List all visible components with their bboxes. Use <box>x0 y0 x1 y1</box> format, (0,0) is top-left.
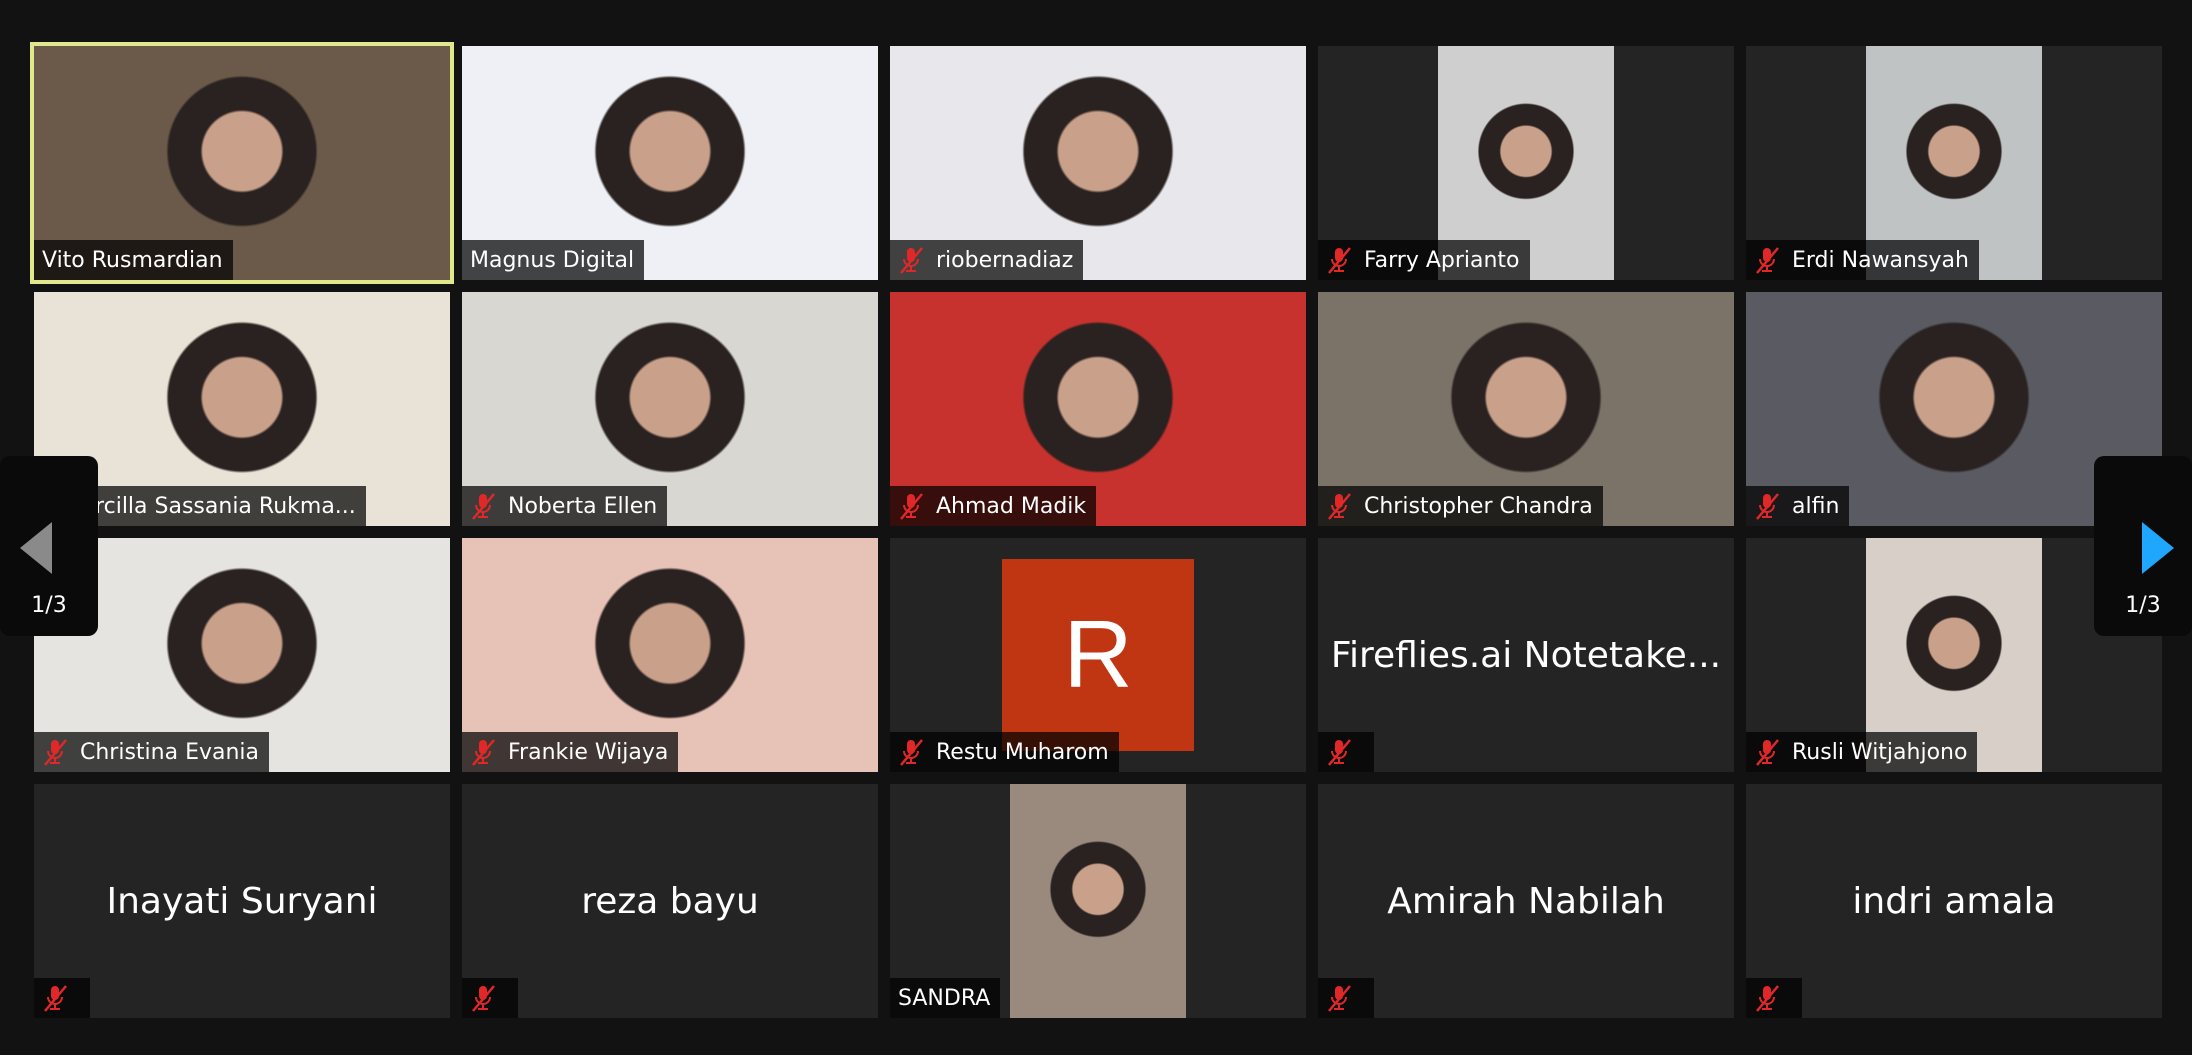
participant-name: Christopher Chandra <box>1364 493 1593 519</box>
participant-tile[interactable]: Noberta Ellen <box>462 292 878 526</box>
participant-name: Farry Aprianto <box>1364 247 1520 273</box>
mic-muted-icon <box>42 984 68 1012</box>
participant-name-display: Fireflies.ai Notetake... <box>1330 634 1722 676</box>
participant-name-label <box>1318 732 1374 772</box>
mic-muted-icon <box>1326 984 1352 1012</box>
mic-muted-icon <box>1326 738 1352 766</box>
participant-name: Erdi Nawansyah <box>1792 247 1969 273</box>
participant-tile[interactable]: Christopher Chandra <box>1318 292 1734 526</box>
participant-tile[interactable]: Frankie Wijaya <box>462 538 878 772</box>
participant-name: Frankie Wijaya <box>508 739 669 765</box>
participant-name-label: Noberta Ellen <box>462 486 668 526</box>
mic-muted-icon <box>1326 492 1352 520</box>
participant-tile[interactable]: Inayati Suryani <box>34 784 450 1018</box>
participant-name-display: indri amala <box>1852 880 2056 922</box>
participant-name: alfin <box>1792 493 1840 519</box>
participant-tile[interactable]: Fireflies.ai Notetake... <box>1318 538 1734 772</box>
participant-name-label: Magnus Digital <box>462 240 645 280</box>
mic-muted-icon <box>898 738 924 766</box>
page-indicator: 1/3 <box>2125 593 2161 618</box>
participant-name-label: riobernadiaz <box>890 240 1084 280</box>
participant-name: SANDRA <box>898 985 991 1011</box>
participant-tile[interactable]: Farry Aprianto <box>1318 46 1734 280</box>
participant-tile[interactable]: Ahmad Madik <box>890 292 1306 526</box>
mic-muted-icon <box>470 738 496 766</box>
participant-name-label: Frankie Wijaya <box>462 732 679 772</box>
mic-muted-icon <box>898 246 924 274</box>
participant-name-display: Inayati Suryani <box>106 880 378 922</box>
participant-name: Vito Rusmardian <box>42 247 223 273</box>
participant-name-label: SANDRA <box>890 978 1001 1018</box>
mic-muted-icon <box>1754 246 1780 274</box>
mic-muted-icon <box>1754 738 1780 766</box>
participant-video <box>1010 784 1186 1018</box>
participant-name-label <box>1746 978 1802 1018</box>
participant-name: Magnus Digital <box>470 247 635 273</box>
mic-muted-icon <box>1754 984 1780 1012</box>
participant-name-display: Amirah Nabilah <box>1387 880 1665 922</box>
mic-muted-icon <box>898 492 924 520</box>
participant-name-label: Farry Aprianto <box>1318 240 1530 280</box>
participant-name-label: Vito Rusmardian <box>34 240 233 280</box>
participant-name: Christina Evania <box>80 739 260 765</box>
arrow-left-icon <box>20 522 52 574</box>
participant-name-label: Rusli Witjahjono <box>1746 732 1978 772</box>
mic-muted-icon <box>1754 492 1780 520</box>
arrow-right-icon <box>2142 522 2174 574</box>
mic-muted-icon <box>470 492 496 520</box>
page-indicator: 1/3 <box>31 593 67 618</box>
participant-tile[interactable]: SANDRA <box>890 784 1306 1018</box>
participant-tile[interactable]: Magnus Digital <box>462 46 878 280</box>
participant-tile[interactable]: indri amala <box>1746 784 2162 1018</box>
participant-name-label: Ahmad Madik <box>890 486 1097 526</box>
participant-name: riobernadiaz <box>936 247 1074 273</box>
previous-page-button[interactable]: 1/3 <box>0 456 98 636</box>
participant-tile[interactable]: Erdi Nawansyah <box>1746 46 2162 280</box>
participant-name-label <box>34 978 90 1018</box>
participant-name: Arcilla Sassania Rukma... <box>80 493 356 519</box>
participant-name: Noberta Ellen <box>508 493 658 519</box>
participant-tile[interactable]: reza bayu <box>462 784 878 1018</box>
participant-avatar: R <box>1002 559 1194 751</box>
mic-muted-icon <box>42 738 68 766</box>
mic-muted-icon <box>1326 246 1352 274</box>
participant-name: Ahmad Madik <box>936 493 1087 519</box>
participant-name: Rusli Witjahjono <box>1792 739 1968 765</box>
participant-name-label: Restu Muharom <box>890 732 1119 772</box>
participant-name-label <box>1318 978 1374 1018</box>
participant-tile[interactable]: R Restu Muharom <box>890 538 1306 772</box>
participant-name-label: Erdi Nawansyah <box>1746 240 1979 280</box>
mic-muted-icon <box>470 984 496 1012</box>
participant-name-label: Christopher Chandra <box>1318 486 1603 526</box>
next-page-button[interactable]: 1/3 <box>2094 456 2192 636</box>
participant-name-label <box>462 978 518 1018</box>
participant-name-label: alfin <box>1746 486 1850 526</box>
participant-tile[interactable]: Amirah Nabilah <box>1318 784 1734 1018</box>
participant-name: Restu Muharom <box>936 739 1109 765</box>
participant-tile[interactable]: riobernadiaz <box>890 46 1306 280</box>
participant-name-display: reza bayu <box>581 880 759 922</box>
participant-tile[interactable]: Vito Rusmardian <box>30 42 454 284</box>
participant-name-label: Christina Evania <box>34 732 270 772</box>
